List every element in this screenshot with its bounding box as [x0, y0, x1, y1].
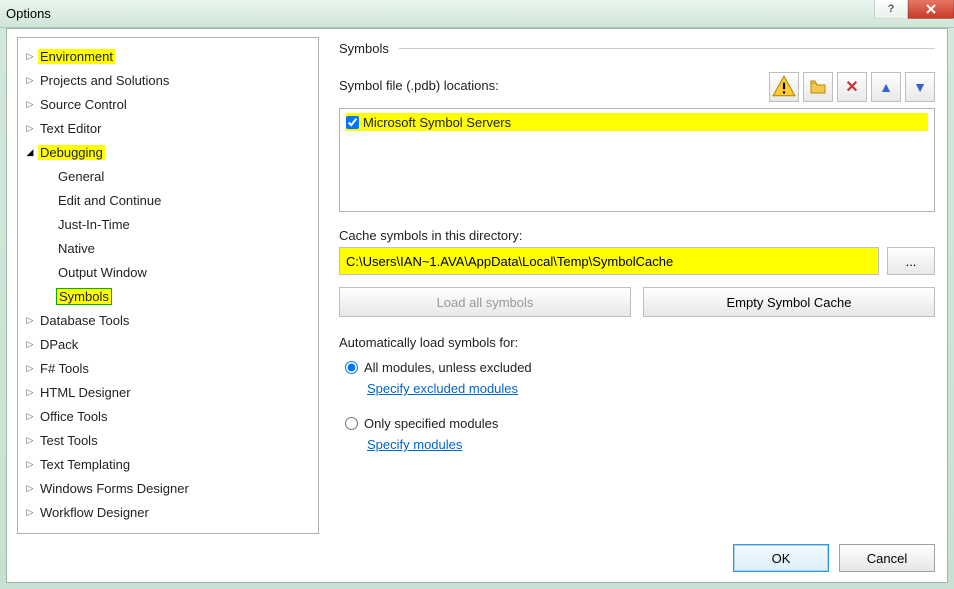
- tree-label: Debugging: [38, 145, 105, 160]
- chevron-right-icon[interactable]: ▷: [22, 312, 38, 328]
- chevron-right-icon[interactable]: ▷: [22, 480, 38, 496]
- window-title: Options: [6, 6, 51, 21]
- specify-excluded-link[interactable]: Specify excluded modules: [367, 381, 935, 396]
- tree-item-winforms-designer[interactable]: ▷ Windows Forms Designer: [22, 476, 318, 500]
- chevron-right-icon[interactable]: ▷: [22, 408, 38, 424]
- add-location-button[interactable]: [803, 72, 833, 102]
- delete-location-button[interactable]: ✕: [837, 72, 867, 102]
- warning-icon: [769, 72, 799, 102]
- tree-label: Windows Forms Designer: [38, 481, 191, 496]
- browse-button[interactable]: ...: [887, 247, 935, 275]
- location-toolbar: ✕ ▲ ▼: [769, 72, 935, 102]
- tree-label: F# Tools: [38, 361, 91, 376]
- tree-label: Projects and Solutions: [38, 73, 171, 88]
- dialog-frame: ▷ Environment ▷ Projects and Solutions ▷…: [6, 28, 948, 583]
- symbols-panel: Symbols Symbol file (.pdb) locations: ✕ …: [339, 37, 935, 534]
- radio-all-modules[interactable]: All modules, unless excluded: [345, 360, 935, 375]
- auto-load-label: Automatically load symbols for:: [339, 335, 935, 350]
- tree-label: Symbols: [56, 288, 112, 305]
- tree-label: General: [56, 169, 106, 184]
- chevron-right-icon[interactable]: ▷: [22, 120, 38, 136]
- tree-label: Test Tools: [38, 433, 100, 448]
- tree-item-edit-continue[interactable]: Edit and Continue: [22, 188, 318, 212]
- tree-label: Workflow Designer: [38, 505, 151, 520]
- cancel-button[interactable]: Cancel: [839, 544, 935, 572]
- tree-label: Output Window: [56, 265, 149, 280]
- tree-label: Edit and Continue: [56, 193, 163, 208]
- close-icon: [925, 3, 937, 15]
- specify-modules-link[interactable]: Specify modules: [367, 437, 935, 452]
- tree-label: HTML Designer: [38, 385, 133, 400]
- tree-item-symbols[interactable]: Symbols: [22, 284, 318, 308]
- cache-path-row: ...: [339, 247, 935, 275]
- tree-item-projects[interactable]: ▷ Projects and Solutions: [22, 68, 318, 92]
- chevron-right-icon[interactable]: ▷: [22, 456, 38, 472]
- tree-label: Text Templating: [38, 457, 132, 472]
- window-titlebar: Options ?: [0, 0, 954, 28]
- tree-item-html-designer[interactable]: ▷ HTML Designer: [22, 380, 318, 404]
- chevron-right-icon[interactable]: ▷: [22, 360, 38, 376]
- chevron-right-icon[interactable]: ▷: [22, 504, 38, 520]
- chevron-right-icon[interactable]: ▷: [22, 96, 38, 112]
- locations-label: Symbol file (.pdb) locations:: [339, 78, 499, 93]
- tree-label: Database Tools: [38, 313, 131, 328]
- tree-item-jit[interactable]: Just-In-Time: [22, 212, 318, 236]
- cache-label: Cache symbols in this directory:: [339, 228, 935, 243]
- radio-only-specified[interactable]: Only specified modules: [345, 416, 935, 431]
- tree-item-workflow-designer[interactable]: ▷ Workflow Designer: [22, 500, 318, 524]
- location-checkbox[interactable]: [346, 116, 359, 129]
- symbol-buttons: Load all symbols Empty Symbol Cache: [339, 287, 935, 317]
- tree-item-fsharp-tools[interactable]: ▷ F# Tools: [22, 356, 318, 380]
- tree-item-general[interactable]: General: [22, 164, 318, 188]
- tree-label: Native: [56, 241, 97, 256]
- tree-item-source-control[interactable]: ▷ Source Control: [22, 92, 318, 116]
- chevron-right-icon[interactable]: ▷: [22, 48, 38, 64]
- tree-item-office-tools[interactable]: ▷ Office Tools: [22, 404, 318, 428]
- location-label: Microsoft Symbol Servers: [363, 115, 511, 130]
- dialog-footer: OK Cancel: [17, 534, 935, 572]
- symbol-locations-list[interactable]: Microsoft Symbol Servers: [339, 108, 935, 212]
- tree-label: Just-In-Time: [56, 217, 132, 232]
- locations-row: Symbol file (.pdb) locations: ✕ ▲ ▼: [339, 72, 935, 102]
- tree-label: Source Control: [38, 97, 129, 112]
- cache-path-input[interactable]: [339, 247, 879, 275]
- tree-label: Office Tools: [38, 409, 109, 424]
- window-controls: ?: [874, 0, 954, 19]
- options-tree[interactable]: ▷ Environment ▷ Projects and Solutions ▷…: [17, 37, 319, 534]
- tree-item-text-editor[interactable]: ▷ Text Editor: [22, 116, 318, 140]
- radio-input[interactable]: [345, 417, 358, 430]
- tree-label: Environment: [38, 49, 115, 64]
- tree-label: Text Editor: [38, 121, 103, 136]
- radio-label: All modules, unless excluded: [364, 360, 532, 375]
- tree-item-debugging[interactable]: ◢ Debugging: [22, 140, 318, 164]
- chevron-right-icon[interactable]: ▷: [22, 432, 38, 448]
- tree-item-database-tools[interactable]: ▷ Database Tools: [22, 308, 318, 332]
- move-down-button[interactable]: ▼: [905, 72, 935, 102]
- section-header: Symbols: [339, 41, 935, 56]
- location-row-ms-servers[interactable]: Microsoft Symbol Servers: [346, 113, 928, 131]
- chevron-right-icon[interactable]: ▷: [22, 336, 38, 352]
- tree-item-text-templating[interactable]: ▷ Text Templating: [22, 452, 318, 476]
- load-all-symbols-button[interactable]: Load all symbols: [339, 287, 631, 317]
- tree-item-test-tools[interactable]: ▷ Test Tools: [22, 428, 318, 452]
- radio-label: Only specified modules: [364, 416, 498, 431]
- move-up-button[interactable]: ▲: [871, 72, 901, 102]
- radio-input[interactable]: [345, 361, 358, 374]
- divider: [399, 48, 935, 49]
- help-button[interactable]: ?: [874, 0, 908, 19]
- section-title: Symbols: [339, 41, 389, 56]
- chevron-down-icon[interactable]: ◢: [22, 144, 38, 160]
- close-button[interactable]: [908, 0, 954, 19]
- tree-item-dpack[interactable]: ▷ DPack: [22, 332, 318, 356]
- ok-button[interactable]: OK: [733, 544, 829, 572]
- empty-symbol-cache-button[interactable]: Empty Symbol Cache: [643, 287, 935, 317]
- tree-item-native[interactable]: Native: [22, 236, 318, 260]
- tree-item-environment[interactable]: ▷ Environment: [22, 44, 318, 68]
- tree-label: DPack: [38, 337, 80, 352]
- chevron-right-icon[interactable]: ▷: [22, 384, 38, 400]
- chevron-right-icon[interactable]: ▷: [22, 72, 38, 88]
- tree-item-output-window[interactable]: Output Window: [22, 260, 318, 284]
- content-area: ▷ Environment ▷ Projects and Solutions ▷…: [17, 37, 935, 534]
